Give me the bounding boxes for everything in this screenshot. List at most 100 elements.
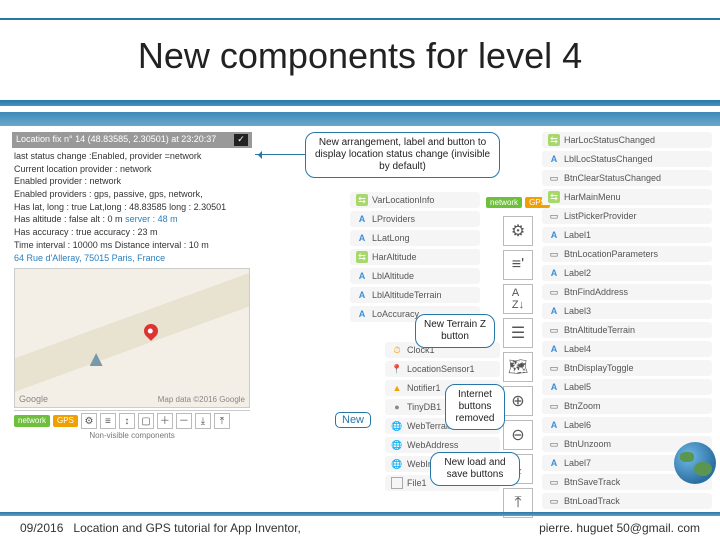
component-item[interactable]: ALblAltitude [350, 268, 480, 284]
minus-icon[interactable]: － [176, 413, 192, 429]
component-item[interactable]: ALabel4 [542, 341, 712, 357]
component-label: Label4 [564, 344, 591, 354]
component-item[interactable]: ALabel5 [542, 379, 712, 395]
gear-icon[interactable]: ⚙ [81, 413, 97, 429]
component-item[interactable]: ▭BtnFindAddress [542, 284, 712, 300]
phone-interval: Time interval : 10000 ms Distance interv… [14, 240, 250, 252]
component-label: BtnLoadTrack [564, 496, 620, 506]
component-item[interactable]: ▭BtnDisplayToggle [542, 360, 712, 376]
save-icon[interactable]: ⤓ [195, 413, 211, 429]
component-item[interactable]: A LProviders [350, 211, 480, 227]
chip-network-r[interactable]: network [486, 197, 522, 208]
component-icon: ▭ [548, 476, 560, 488]
component-icon [391, 477, 403, 489]
annotation-top: New arrangement, label and button to dis… [305, 132, 500, 178]
component-item[interactable]: A LblAltitudeTerrain [350, 287, 480, 303]
slide-footer: 09/2016 Location and GPS tutorial for Ap… [0, 516, 720, 540]
component-item[interactable]: ALabel2 [542, 265, 712, 281]
component-icon: ▭ [548, 210, 560, 222]
component-item[interactable]: 📍LocationSensor1 [385, 361, 500, 377]
list-icon[interactable]: ☰ [503, 318, 533, 348]
component-label: LblAltitudeTerrain [372, 290, 442, 300]
plus-icon[interactable]: ＋ [157, 413, 173, 429]
phone-line: Has lat, long : true Lat,long : 48.83585… [14, 202, 250, 214]
component-label: BtnSaveTrack [564, 477, 620, 487]
footer-email: pierre. huguet 50@gmail. com [539, 521, 700, 535]
map-icon[interactable]: 🗺 [503, 352, 533, 382]
component-icon: ▭ [548, 248, 560, 260]
component-item[interactable]: ⇆VarLocationInfo [350, 192, 480, 208]
check-icon: ✓ [234, 134, 248, 146]
component-item[interactable]: ALLatLong [350, 230, 480, 246]
component-icon: ▲ [391, 382, 403, 394]
component-label: Label7 [564, 458, 591, 468]
chip-gps[interactable]: GPS [53, 415, 78, 427]
component-item[interactable]: ▭ BtnLocationParameters [542, 246, 712, 262]
equalizer-icon[interactable]: ≡' [503, 250, 533, 280]
component-item[interactable]: ⇆HarAltitude [350, 249, 480, 265]
component-item[interactable]: ⇆HarMainMenu [542, 189, 712, 205]
annotation-internet: Internet buttons removed [445, 384, 505, 430]
component-label: HarAltitude [372, 252, 417, 262]
component-icon: ⇆ [356, 194, 368, 206]
component-label: LProviders [372, 214, 415, 224]
phone-line: Current location provider : network [14, 164, 250, 176]
component-item[interactable]: ALabel3 [542, 303, 712, 319]
component-item[interactable]: ▭ ListPickerProvider [542, 208, 712, 224]
component-item[interactable]: ▭ BtnClearStatusChanged [542, 170, 712, 186]
component-item[interactable]: ALblLocStatusChanged [542, 151, 712, 167]
load-icon[interactable]: ⤒ [214, 413, 230, 429]
component-icon: ⏱ [391, 344, 403, 356]
component-icon: 📍 [391, 363, 403, 375]
phone-accuracy: Has accuracy : true accuracy : 23 m [14, 227, 250, 239]
phone-toolbar: network GPS ⚙ ≡ ↕ ▢ ＋ － ⤓ ⤒ [14, 410, 250, 429]
component-item[interactable]: ▭ BtnLoadTrack [542, 493, 712, 509]
component-item[interactable]: ALabel1 [542, 227, 712, 243]
gear-icon[interactable]: ⚙ [503, 216, 533, 246]
phone-altitude-server: server : 48 m [125, 214, 178, 224]
component-icon: A [548, 153, 560, 165]
component-icon: ▭ [548, 495, 560, 507]
slide-title: New components for level 4 [138, 35, 582, 77]
component-label: LoAccuracy [372, 309, 419, 319]
component-icon: ⇆ [548, 134, 560, 146]
map-pin-icon [141, 321, 161, 341]
component-item[interactable]: ALabel6 [542, 417, 712, 433]
component-icon: A [548, 229, 560, 241]
map-icon[interactable]: ▢ [138, 413, 154, 429]
phone-line: Enabled provider : network [14, 176, 250, 188]
component-icon: 🌐 [391, 420, 403, 432]
sort-icon[interactable]: ↕ [119, 413, 135, 429]
component-item[interactable]: ▭BtnZoom [542, 398, 712, 414]
component-label: BtnClearStatusChanged [564, 173, 661, 183]
component-label: BtnAltitudeTerrain [564, 325, 635, 335]
new-label: New [335, 412, 371, 428]
zoom-out-icon[interactable]: ⊖ [503, 420, 533, 450]
component-icon: A [356, 232, 368, 244]
phone-address: 64 Rue d'Alleray, 75015 Paris, France [14, 253, 250, 265]
component-label: HarLocStatusChanged [564, 135, 655, 145]
component-label: BtnLocationParameters [564, 249, 658, 259]
component-icon: ▭ [548, 172, 560, 184]
sort-az-icon[interactable]: AZ↓ [503, 284, 533, 314]
component-item[interactable]: ⇆ HarLocStatusChanged [542, 132, 712, 148]
component-label: HarMainMenu [564, 192, 621, 202]
component-item[interactable]: 🌐WebAddress [385, 437, 500, 453]
component-item[interactable]: ▭BtnAltitudeTerrain [542, 322, 712, 338]
component-icon: A [356, 289, 368, 301]
phone-title: Location fix n° 14 (48.83585, 2.30501) a… [16, 134, 216, 146]
phone-line: Enabled providers : gps, passive, gps, n… [14, 189, 250, 201]
equalizer-icon[interactable]: ≡ [100, 413, 116, 429]
chip-network[interactable]: network [14, 415, 50, 427]
component-icon: ▭ [548, 438, 560, 450]
component-label: ListPickerProvider [564, 211, 637, 221]
google-logo: Google [19, 394, 48, 406]
component-icon: ▭ [548, 286, 560, 298]
component-icon: A [356, 213, 368, 225]
component-label: TinyDB1 [407, 402, 441, 412]
phone-altitude: Has altitude : false alt : 0 m [14, 214, 125, 224]
zoom-in-icon[interactable]: ⊕ [503, 386, 533, 416]
component-icon: A [548, 457, 560, 469]
component-label: BtnDisplayToggle [564, 363, 634, 373]
google-credits: Map data ©2016 Google [158, 395, 245, 405]
